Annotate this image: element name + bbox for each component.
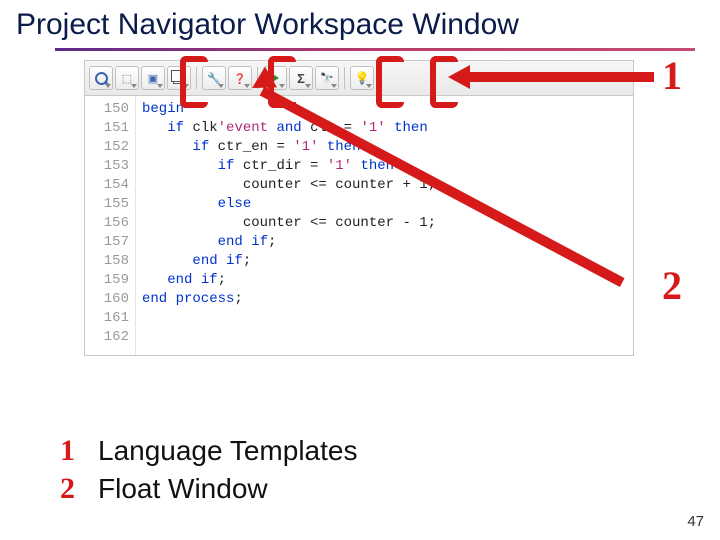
legend-label: Language Templates [98,433,357,468]
code-line: else [142,195,436,214]
code-line [142,309,436,328]
float-icon[interactable] [167,66,191,90]
toolbar [85,61,633,96]
line-number: 159 [85,271,129,290]
help-icon[interactable] [228,66,252,90]
telescope-icon[interactable] [315,66,339,90]
code-line: end if; [142,233,436,252]
legend-label: Float Window [98,471,268,506]
line-number: 160 [85,290,129,309]
toolbar-separator [196,67,197,89]
wrench-icon[interactable] [202,66,226,90]
page-number: 47 [687,513,704,530]
code-line: if ctr_dir = '1' then [142,157,436,176]
line-number: 155 [85,195,129,214]
line-number: 152 [85,138,129,157]
sigma-icon[interactable] [289,66,313,90]
line-number: 153 [85,157,129,176]
code-line: counter <= counter - 1; [142,214,436,233]
code-line: if ctr_en = '1' then [142,138,436,157]
title-rule [55,48,695,51]
line-number: 150 [85,100,129,119]
code-line [142,328,436,347]
line-number: 158 [85,252,129,271]
code-line: begin [142,100,436,119]
legend-row: 2 Float Window [60,470,357,508]
line-number: 156 [85,214,129,233]
code-area: 150151152153154155156157158159160161162 … [85,96,633,355]
zoom-icon[interactable] [89,66,113,90]
callout-2-label: 2 [662,262,682,309]
code-body: begin if clk'event and clk = '1' then if… [136,96,440,355]
toolbar-separator [257,67,258,89]
line-number: 157 [85,233,129,252]
legend-num: 1 [60,432,84,470]
code-line: end if; [142,271,436,290]
play-icon[interactable] [263,66,287,90]
line-gutter: 150151152153154155156157158159160161162 [85,96,136,355]
box-icon[interactable] [141,66,165,90]
code-line: end process; [142,290,436,309]
bulb-icon[interactable] [350,66,374,90]
line-number: 162 [85,328,129,347]
line-number: 151 [85,119,129,138]
editor-window: 150151152153154155156157158159160161162 … [84,60,634,356]
line-number: 154 [85,176,129,195]
callout-1-label: 1 [662,52,682,99]
legend-num: 2 [60,470,84,508]
tree-icon[interactable] [115,66,139,90]
toolbar-separator [344,67,345,89]
line-number: 161 [85,309,129,328]
code-line: counter <= counter + 1; [142,176,436,195]
code-line: if clk'event and clk = '1' then [142,119,436,138]
legend: 1 Language Templates 2 Float Window [60,432,357,507]
code-line: end if; [142,252,436,271]
slide-title: Project Navigator Workspace Window [16,8,519,42]
legend-row: 1 Language Templates [60,432,357,470]
